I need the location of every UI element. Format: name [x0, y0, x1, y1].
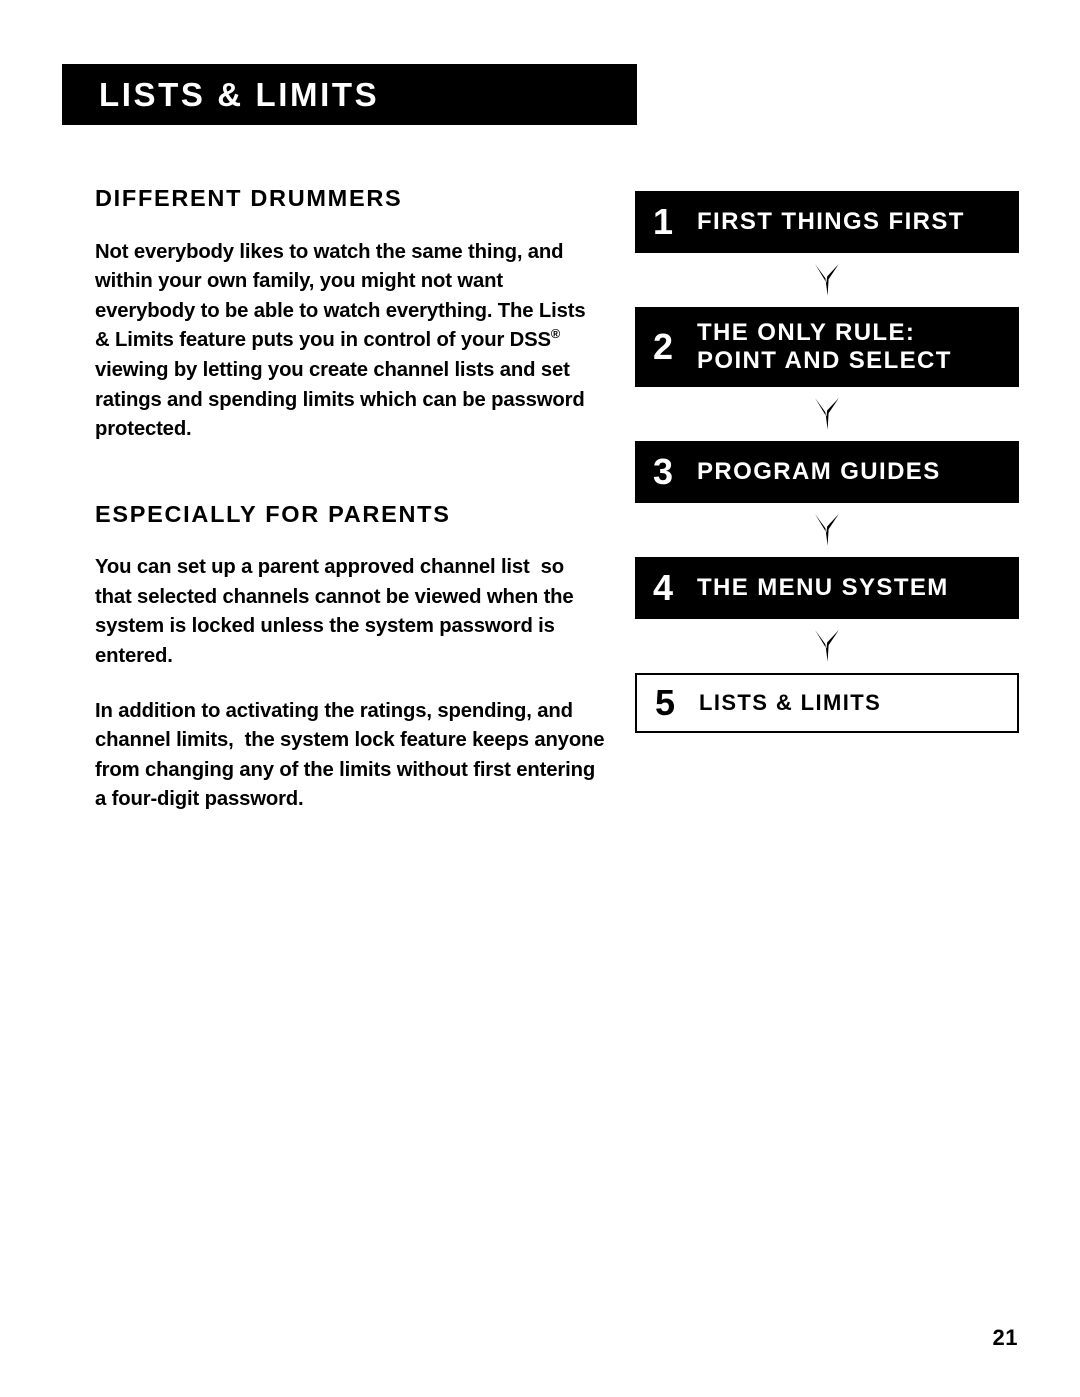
- page-number: 21: [992, 1325, 1018, 1350]
- nav-step-label: THE MENU SYSTEM: [697, 573, 949, 601]
- nav-step-number: 2: [653, 326, 674, 367]
- nav-step-first-things-first[interactable]: 1 FIRST THINGS FIRST: [635, 191, 1019, 253]
- chapter-navigation-flow: 1 FIRST THINGS FIRST 2 THE ONLY RULE: PO…: [635, 191, 1019, 733]
- down-dart-arrow-icon: [635, 387, 1019, 441]
- nav-step-label: FIRST THINGS FIRST: [697, 207, 965, 235]
- section-heading-different-drummers: DIFFERENT DRUMMERS: [95, 185, 403, 211]
- nav-step-number: 4: [653, 567, 674, 608]
- down-dart-arrow-icon: [635, 503, 1019, 557]
- nav-step-number: 1: [653, 201, 674, 242]
- nav-step-number: 5: [655, 682, 676, 723]
- down-dart-arrow-icon: [635, 619, 1019, 673]
- paragraph-especially-for-parents-2: In addition to activating the ratings, s…: [95, 699, 610, 811]
- nav-step-the-only-rule-point-and-select[interactable]: 2 THE ONLY RULE: POINT AND SELECT: [635, 307, 1019, 387]
- paragraph-especially-for-parents-1: You can set up a parent approved channel…: [95, 556, 580, 667]
- paragraph-different-drummers-1: Not everybody likes to watch the same th…: [95, 240, 591, 441]
- nav-step-program-guides[interactable]: 3 PROGRAM GUIDES: [635, 441, 1019, 503]
- nav-step-lists-and-limits[interactable]: 5 LISTS & LIMITS: [635, 673, 1019, 733]
- content-column: DIFFERENT DRUMMERS Not everybody likes t…: [95, 185, 610, 815]
- nav-step-label: PROGRAM GUIDES: [697, 457, 941, 485]
- section-heading-especially-for-parents: ESPECIALLY FOR PARENTS: [95, 500, 451, 527]
- page-title: LISTS & LIMITS: [99, 76, 380, 113]
- page-header-banner: LISTS & LIMITS: [62, 64, 637, 125]
- registered-trademark-symbol: ®: [550, 327, 561, 342]
- nav-step-number: 3: [653, 451, 674, 492]
- nav-step-label: LISTS & LIMITS: [699, 690, 882, 716]
- nav-step-the-menu-system[interactable]: 4 THE MENU SYSTEM: [635, 557, 1019, 619]
- nav-step-label: THE ONLY RULE: POINT AND SELECT: [697, 318, 952, 374]
- down-dart-arrow-icon: [635, 253, 1019, 307]
